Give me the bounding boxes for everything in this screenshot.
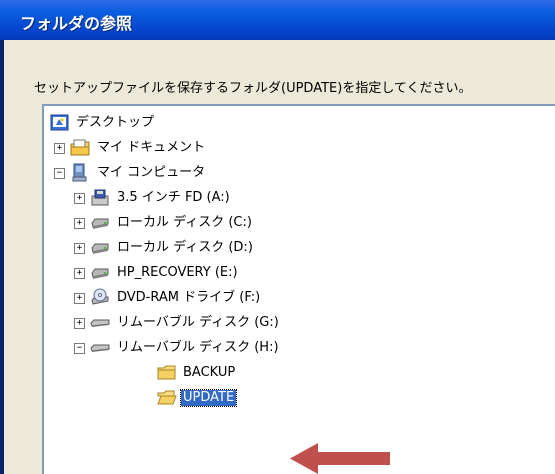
hard-disk-icon	[90, 238, 110, 258]
tree-item-label: リムーバブル ディスク (G:)	[117, 315, 279, 330]
tree-item-drive-a[interactable]: + 3.5 インチ FD (A:)	[44, 187, 364, 211]
instruction-text: セットアップファイルを保存するフォルダ(UPDATE)を指定してください。	[34, 81, 472, 96]
removable-disk-icon	[90, 313, 110, 333]
browse-folder-dialog: フォルダの参照 セットアップファイルを保存するフォルダ(UPDATE)を指定して…	[0, 0, 555, 474]
tree-item-label: ローカル ディスク (D:)	[117, 240, 253, 255]
tree-item-drive-d[interactable]: + ローカル ディスク (D:)	[44, 237, 364, 261]
pointer-arrow	[290, 443, 390, 474]
tree-item-backup[interactable]: BACKUP	[44, 362, 364, 386]
tree-item-label: マイ ドキュメント	[97, 140, 206, 155]
tree-item-label: DVD-RAM ドライブ (F:)	[117, 290, 261, 305]
tree-item-my-documents[interactable]: + マイ ドキュメント	[44, 137, 344, 161]
tree-item-drive-h[interactable]: − リムーバブル ディスク (H:)	[44, 337, 364, 361]
tree-item-desktop[interactable]: デスクトップ	[44, 112, 344, 136]
expand-icon[interactable]: +	[74, 268, 85, 279]
hard-disk-icon	[90, 263, 110, 283]
tree-item-label: HP_RECOVERY (E:)	[117, 265, 238, 280]
folder-icon	[157, 363, 177, 383]
tree-item-drive-f[interactable]: + DVD-RAM ドライブ (F:)	[44, 287, 364, 311]
tree-item-label: 3.5 インチ FD (A:)	[117, 190, 230, 205]
dialog-title: フォルダの参照	[20, 14, 133, 33]
floppy-drive-icon	[90, 188, 110, 208]
tree-item-drive-e[interactable]: + HP_RECOVERY (E:)	[44, 262, 364, 286]
tree-item-label: デスクトップ	[76, 115, 155, 130]
tree-item-label: ローカル ディスク (C:)	[117, 215, 252, 230]
expand-icon[interactable]: +	[54, 143, 65, 154]
tree-item-label: リムーバブル ディスク (H:)	[117, 340, 279, 355]
removable-disk-icon	[90, 338, 110, 358]
tree-item-label: UPDATE	[179, 389, 238, 407]
expand-icon[interactable]: +	[74, 243, 85, 254]
expand-icon[interactable]: +	[74, 293, 85, 304]
expand-icon[interactable]: +	[74, 318, 85, 329]
collapse-icon[interactable]: −	[74, 343, 85, 354]
tree-item-drive-c[interactable]: + ローカル ディスク (C:)	[44, 212, 364, 236]
title-bar[interactable]: フォルダの参照	[0, 0, 555, 40]
my-computer-icon	[70, 163, 90, 183]
tree-item-update[interactable]: UPDATE	[44, 387, 364, 411]
desktop-icon	[50, 113, 70, 133]
my-documents-icon	[70, 138, 90, 158]
tree-item-label: マイ コンピュータ	[97, 165, 206, 180]
tree-item-drive-g[interactable]: + リムーバブル ディスク (G:)	[44, 312, 364, 336]
expand-icon[interactable]: +	[74, 218, 85, 229]
tree-item-label: BACKUP	[183, 365, 236, 380]
tree-item-my-computer[interactable]: − マイ コンピュータ	[44, 162, 344, 186]
expand-icon[interactable]: +	[74, 193, 85, 204]
collapse-icon[interactable]: −	[54, 168, 65, 179]
dvd-drive-icon	[90, 288, 110, 308]
folder-tree[interactable]: デスクトップ + マイ ドキュメント − マイ コンピュータ + 3.5 インチ…	[42, 104, 555, 474]
hard-disk-icon	[90, 213, 110, 233]
open-folder-icon	[157, 388, 177, 408]
